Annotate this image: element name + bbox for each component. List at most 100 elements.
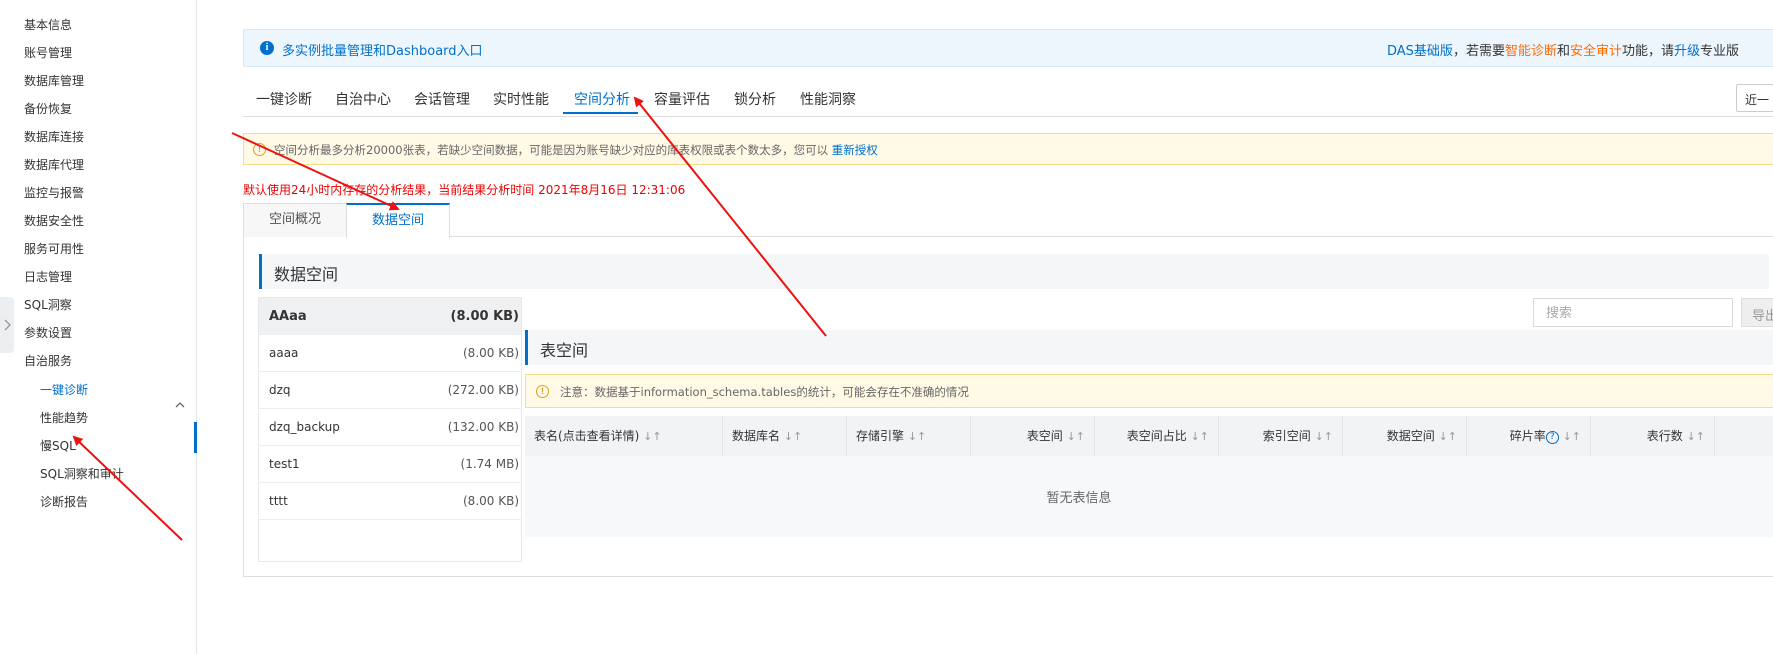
column-header-index-space[interactable]: 索引空间 ↓↑ [1219,416,1343,456]
sidebar-subitem-diagnosis-report[interactable]: 诊断报告 [40,493,88,510]
database-size: (8.00 KB) [463,494,519,508]
sidebar-item-backup[interactable]: 备份恢复 [24,100,72,117]
upgrade-link[interactable]: 升级 [1674,44,1700,59]
sidebar-item-params[interactable]: 参数设置 [24,324,72,341]
sidebar-item-accounts[interactable]: 账号管理 [24,44,72,61]
database-list-item[interactable]: aaaa (8.00 KB) [259,335,521,372]
banner-text-1: ，若需要 [1452,44,1505,59]
sidebar-subitem-performance-trend[interactable]: 性能趋势 [40,409,88,426]
banner-text-2: 功能，请 [1622,44,1675,59]
sort-icon[interactable]: ↓↑ [643,430,661,443]
table-body: 暂无表信息 [525,456,1773,537]
tab-lock-analysis[interactable]: 锁分析 [734,89,776,109]
sort-icon[interactable]: ↓↑ [1439,430,1457,443]
chevron-up-icon[interactable] [175,400,185,410]
database-size: (8.00 KB) [450,309,519,324]
export-button[interactable]: 导出 [1741,298,1773,327]
column-label: 表空间占比 [1126,429,1187,443]
search-input[interactable] [1533,298,1733,327]
tab-session-management[interactable]: 会话管理 [414,89,470,109]
database-list-item[interactable]: test1 (1.74 MB) [259,446,521,483]
column-label: 数据库名 [732,429,781,443]
reauthorize-link[interactable]: 重新授权 [832,143,878,157]
tab-capacity-assessment[interactable]: 容量评估 [654,89,710,109]
sort-icon[interactable]: ↓↑ [1191,430,1209,443]
tab-autonomy-center[interactable]: 自治中心 [335,89,391,109]
column-label: 存储引擎 [856,429,905,443]
column-label: 表行数 [1646,429,1683,443]
database-name: AAaa [269,309,307,324]
column-label: 碎片率 [1509,429,1546,443]
database-name: dzq [269,383,291,397]
sidebar-subitem-one-click-diagnosis[interactable]: 一键诊断 [40,381,88,398]
sidebar-item-connection[interactable]: 数据库连接 [24,128,84,145]
column-label: 表名(点击查看详情) [534,429,640,443]
sidebar-active-indicator [194,422,197,453]
tab-performance-insight[interactable]: 性能洞察 [800,89,856,109]
sidebar-item-logs[interactable]: 日志管理 [24,268,72,285]
tab-one-click-diagnosis[interactable]: 一键诊断 [256,89,312,109]
info-icon: i [260,41,274,55]
warning-text: 空间分析最多分析20000张表，若缺少空间数据，可能是因为账号缺少对应的库表权限… [274,143,829,157]
sidebar-item-sql-insight[interactable]: SQL洞察 [24,296,72,313]
column-header-fragmentation[interactable]: 碎片率? ↓↑ [1467,416,1591,456]
sidebar: 基本信息 账号管理 数据库管理 备份恢复 数据库连接 数据库代理 监控与报警 数… [0,0,197,654]
database-size: (132.00 KB) [447,420,519,434]
database-list-item[interactable]: dzq_backup (132.00 KB) [259,409,521,446]
database-list-item[interactable]: AAaa (8.00 KB) [259,298,521,335]
column-label: 索引空间 [1262,429,1311,443]
column-header-tablespace[interactable]: 表空间 ↓↑ [971,416,1095,456]
warning-icon: ! [536,385,549,398]
analysis-result-note: 默认使用24小时内存存的分析结果，当前结果分析时间 2021年8月16日 12:… [243,183,686,197]
column-header-engine[interactable]: 存储引擎 ↓↑ [847,416,971,456]
sidebar-item-databases[interactable]: 数据库管理 [24,72,84,89]
database-list-item[interactable]: tttt (8.00 KB) [259,483,521,520]
active-tab-underline [563,112,638,114]
security-audit-link[interactable]: 安全审计 [1570,44,1622,59]
banner-text-and: 和 [1556,44,1570,59]
sidebar-item-autonomy[interactable]: 自治服务 [24,352,72,369]
help-icon[interactable]: ? [1545,431,1559,444]
das-edition-notice: DAS基础版，若需要智能诊断和安全审计功能，请升级专业版 [1387,40,1739,59]
tab-realtime-performance[interactable]: 实时性能 [493,89,549,109]
sort-icon[interactable]: ↓↑ [784,430,802,443]
data-space-title: 数据空间 [259,254,1769,289]
sort-icon[interactable]: ↓↑ [1687,430,1705,443]
tablespace-title: 表空间 [525,330,1773,365]
sort-icon[interactable]: ↓↑ [1563,430,1581,443]
sidebar-item-proxy[interactable]: 数据库代理 [24,156,84,173]
sidebar-item-monitoring[interactable]: 监控与报警 [24,184,84,201]
multi-instance-link[interactable]: 多实例批量管理和Dashboard入口 [282,40,483,59]
sidebar-collapse-toggle[interactable] [0,297,14,353]
column-header-tablespace-ratio[interactable]: 表空间占比 ↓↑ [1095,416,1219,456]
sort-icon[interactable]: ↓↑ [908,430,926,443]
sort-icon[interactable]: ↓↑ [1067,430,1085,443]
database-list-item[interactable]: dzq (272.00 KB) [259,372,521,409]
das-basic-label: DAS基础版 [1387,44,1453,59]
tab-space-analysis[interactable]: 空间分析 [574,89,630,109]
main-tabs: 一键诊断 自治中心 会话管理 实时性能 空间分析 容量评估 锁分析 性能洞察 [243,87,1773,117]
page-root: 基本信息 账号管理 数据库管理 备份恢复 数据库连接 数据库代理 监控与报警 数… [0,0,1773,654]
column-header-table-name[interactable]: 表名(点击查看详情) ↓↑ [525,416,723,456]
column-header-data-space[interactable]: 数据空间 ↓↑ [1343,416,1467,456]
database-size: (8.00 KB) [463,346,519,360]
sidebar-item-availability[interactable]: 服务可用性 [24,240,84,257]
sort-icon[interactable]: ↓↑ [1315,430,1333,443]
column-header-database[interactable]: 数据库名 ↓↑ [723,416,847,456]
tab-data-space[interactable]: 数据空间 [346,203,450,238]
tab-space-overview[interactable]: 空间概况 [243,203,347,237]
sidebar-subitem-slow-sql[interactable]: 慢SQL [40,437,76,454]
sidebar-subitem-sql-audit[interactable]: SQL洞察和审计 [40,465,124,482]
sidebar-item-basic-info[interactable]: 基本信息 [24,16,72,33]
table-header: 表名(点击查看详情) ↓↑ 数据库名 ↓↑ 存储引擎 ↓↑ 表空间 ↓↑ 表空间… [525,416,1773,456]
warning-text-wrap: 空间分析最多分析20000张表，若缺少空间数据，可能是因为账号缺少对应的库表权限… [274,142,878,158]
column-header-row-count[interactable]: 表行数 ↓↑ [1591,416,1715,456]
chevron-right-icon [4,319,11,331]
database-name: tttt [269,494,288,508]
time-range-select[interactable]: 近一 [1736,84,1773,112]
smart-diagnosis-link[interactable]: 智能诊断 [1505,44,1557,59]
sidebar-item-security[interactable]: 数据安全性 [24,212,84,229]
space-analysis-warning: ! 空间分析最多分析20000张表，若缺少空间数据，可能是因为账号缺少对应的库表… [243,133,1773,165]
column-label: 数据空间 [1386,429,1435,443]
banner-text-3: 专业版 [1700,44,1740,59]
